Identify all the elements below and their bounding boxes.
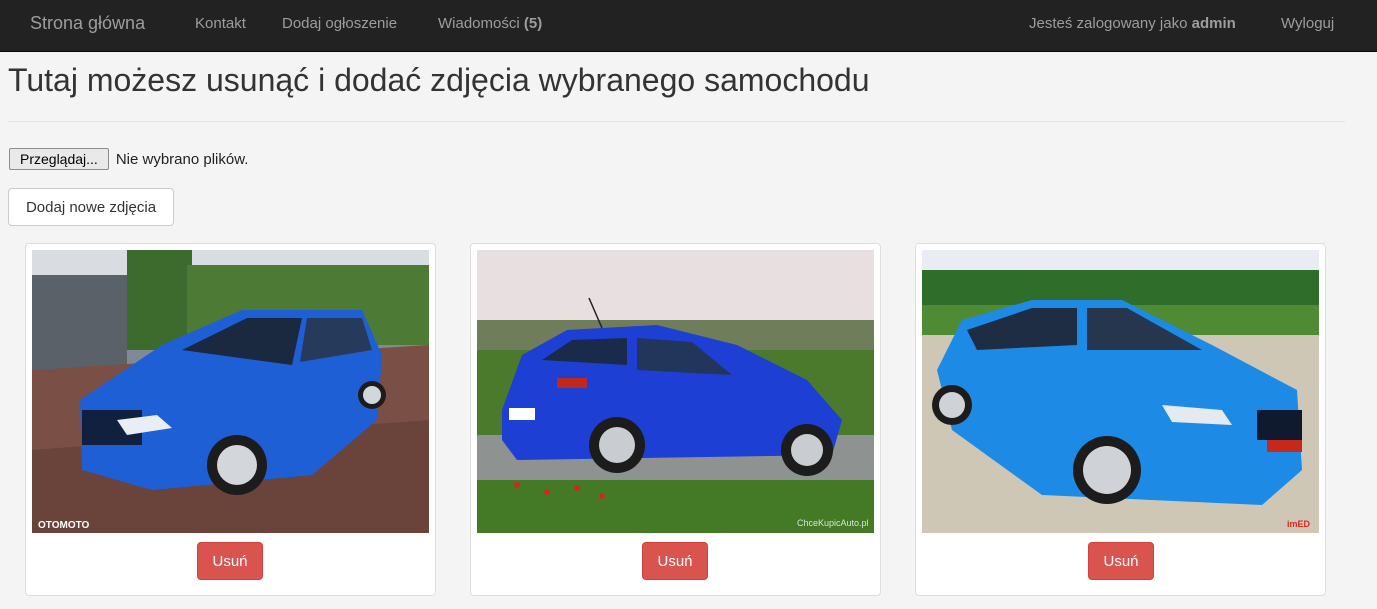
nav-contact-link[interactable]: Kontakt xyxy=(195,15,246,32)
page-title: Tutaj możesz usunąć i dodać zdjęcia wybr… xyxy=(8,62,870,98)
nav-logout-link[interactable]: Wyloguj xyxy=(1281,15,1334,32)
delete-photo-button[interactable]: Usuń xyxy=(1088,542,1154,580)
photo-card: imED Usuń xyxy=(915,243,1326,596)
delete-photo-button[interactable]: Usuń xyxy=(642,542,708,580)
title-divider xyxy=(8,121,1345,122)
photo-watermark: imED xyxy=(1287,519,1311,529)
nav-messages-link[interactable]: Wiadomości (5) xyxy=(438,15,542,32)
add-photos-button[interactable]: Dodaj nowe zdjęcia xyxy=(8,188,174,226)
nav-add-listing-link[interactable]: Dodaj ogłoszenie xyxy=(282,15,397,32)
car-photo: OTOMOTO xyxy=(32,250,429,533)
nav-brand-link[interactable]: Strona główna xyxy=(30,13,145,34)
photo-watermark: OTOMOTO xyxy=(38,520,90,531)
car-photo: ChceKupicAuto.pl xyxy=(477,250,874,533)
car-photo: imED xyxy=(922,250,1319,533)
file-status-text: Nie wybrano plików. xyxy=(115,150,249,168)
file-input[interactable]: Przeglądaj... Nie wybrano plików. xyxy=(9,148,248,170)
nav-logged-user: Jesteś zalogowany jako admin xyxy=(1029,15,1236,32)
delete-photo-button[interactable]: Usuń xyxy=(197,542,263,580)
file-browse-button[interactable]: Przeglądaj... xyxy=(9,148,109,170)
nav-logged-prefix: Jesteś zalogowany jako xyxy=(1029,15,1188,32)
photo-card: OTOMOTO Usuń xyxy=(25,243,436,596)
top-navbar: Strona główna Kontakt Dodaj ogłoszenie W… xyxy=(0,0,1377,52)
nav-messages-label: Wiadomości xyxy=(438,15,520,32)
photo-watermark: ChceKupicAuto.pl xyxy=(797,518,869,528)
nav-messages-count: (5) xyxy=(523,15,543,32)
nav-username: admin xyxy=(1191,15,1236,32)
photo-card: ChceKupicAuto.pl Usuń xyxy=(470,243,881,596)
